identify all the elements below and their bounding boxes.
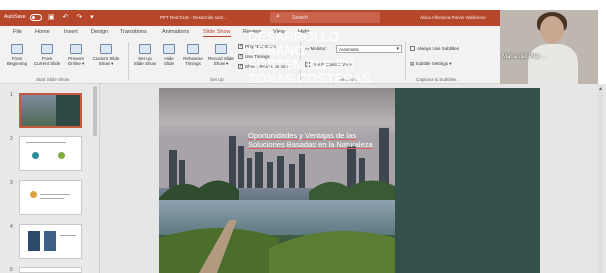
hide-line2: Slide bbox=[163, 61, 174, 66]
record-line2: Show ▾ bbox=[213, 61, 229, 66]
scroll-up-icon[interactable]: ▲ bbox=[598, 86, 603, 92]
slideshow-icon bbox=[11, 44, 23, 54]
from-beginning-button[interactable]: From Beginning bbox=[5, 44, 29, 66]
ribbon-divider bbox=[405, 42, 406, 80]
rehearse-line2: Timings bbox=[185, 61, 201, 66]
participant-face bbox=[540, 16, 564, 44]
slide-scrollbar[interactable]: ▲ bbox=[598, 86, 603, 273]
thumbnail-scrollbar[interactable] bbox=[93, 86, 97, 136]
subtitle-settings-label: Subtitle Settings ▾ bbox=[415, 61, 452, 66]
always-use-subtitles-checkbox[interactable]: Always Use Subtitles bbox=[410, 46, 459, 51]
present-online-icon bbox=[70, 44, 82, 54]
thumbnail-book-image bbox=[28, 231, 40, 251]
user-name[interactable]: Alicia Alfonsina Purvis Valdivieso bbox=[420, 15, 485, 20]
autosave-toggle[interactable] bbox=[30, 14, 42, 21]
present-online-button[interactable]: Present Online ▾ bbox=[65, 44, 87, 66]
slide-thumbnail-1[interactable] bbox=[19, 93, 82, 128]
tab-slide-show[interactable]: Slide Show bbox=[203, 29, 231, 37]
slide-thumbnail-2[interactable] bbox=[19, 136, 82, 171]
checkbox-icon bbox=[238, 53, 243, 59]
thumbnail-number: 4 bbox=[10, 224, 13, 230]
thumbnail-title-panel bbox=[56, 95, 80, 126]
custom-slide-show-button[interactable]: Custom Slide Show ▾ bbox=[90, 44, 122, 66]
participant-name: Maria del Pilar ... bbox=[502, 54, 548, 60]
group-label-start: Start Slide Show bbox=[36, 77, 70, 82]
slide-title[interactable]: DESARROLLO URBANO SOSTENIBLE EN ZONAS CO… bbox=[248, 30, 378, 86]
thumbnail-logo-icon bbox=[58, 152, 65, 159]
thumbnail-number: 5 bbox=[10, 267, 13, 273]
hide-slide-button[interactable]: Hide Slide bbox=[160, 44, 178, 66]
title-panel bbox=[395, 88, 540, 273]
search-placeholder: Search bbox=[292, 15, 308, 21]
checkbox-icon bbox=[238, 43, 243, 49]
thumbnail-photo bbox=[21, 95, 57, 126]
thumbnail-text-line bbox=[40, 198, 64, 199]
group-label-setup: Set Up bbox=[210, 77, 224, 82]
record-icon bbox=[215, 44, 227, 54]
thumbnail-book-image bbox=[44, 231, 56, 251]
group-label-captions: Captions & Subtitles bbox=[416, 77, 457, 82]
thumbnail-text-line bbox=[40, 194, 70, 195]
setup-icon bbox=[139, 44, 151, 54]
current-slide[interactable] bbox=[159, 88, 540, 273]
hide-slide-icon bbox=[163, 44, 175, 54]
title-bar: AutoSave ▣ ↶ ↷ ▾ PPT Red DUS - Desarroll… bbox=[0, 10, 500, 26]
from-beginning-line2: Beginning bbox=[6, 61, 28, 66]
from-current-line2: Current Slide bbox=[33, 61, 61, 66]
rehearse-icon bbox=[187, 44, 199, 54]
search-icon: ⌕ bbox=[276, 13, 280, 20]
ribbon-divider bbox=[128, 42, 129, 80]
set-up-slide-show-button[interactable]: Set Up Slide Show bbox=[132, 44, 158, 66]
record-slide-show-button[interactable]: Record Slide Show ▾ bbox=[206, 44, 236, 66]
slide-thumbnail-3[interactable] bbox=[19, 180, 82, 215]
thumbnail-logo-icon bbox=[32, 152, 39, 159]
checkbox-icon bbox=[410, 46, 415, 51]
tab-design[interactable]: Design bbox=[91, 29, 108, 35]
thumbnail-number: 1 bbox=[10, 92, 13, 98]
slide-subtitle[interactable]: Oportunidades y Ventajas de las Solucion… bbox=[248, 131, 376, 149]
slide-thumbnail-pane: 1 2 3 4 5 bbox=[0, 84, 100, 273]
city-park-photo bbox=[159, 88, 395, 273]
tab-animations[interactable]: Animations bbox=[162, 29, 189, 35]
document-title: PPT Red DUS - Desarrollo sost... bbox=[160, 15, 227, 20]
custom-show-line2: Show ▾ bbox=[98, 61, 114, 66]
rehearse-timings-button[interactable]: Rehearse Timings bbox=[181, 44, 205, 66]
thumbnail-text-line bbox=[26, 142, 66, 143]
custom-show-icon bbox=[100, 44, 112, 54]
thumbnail-number: 3 bbox=[10, 180, 13, 186]
thumbnail-text-line bbox=[60, 235, 76, 236]
slideshow-icon bbox=[41, 44, 53, 54]
checkbox-icon bbox=[238, 63, 243, 69]
present-online-line2: Online ▾ bbox=[67, 61, 85, 66]
slide-thumbnail-5[interactable] bbox=[19, 267, 82, 273]
thumbnail-logo-icon bbox=[30, 191, 37, 198]
tab-home[interactable]: Home bbox=[35, 29, 50, 35]
tab-file[interactable]: File bbox=[13, 29, 22, 35]
slide-thumbnail-4[interactable] bbox=[19, 224, 82, 259]
search-box[interactable]: ⌕ Search bbox=[270, 12, 380, 23]
tab-transitions[interactable]: Transitions bbox=[120, 29, 147, 35]
subtitle-settings-button[interactable]: ▤ Subtitle Settings ▾ bbox=[410, 61, 452, 67]
setup-line2: Slide Show bbox=[133, 61, 157, 66]
webcam-video: Maria del Pilar ... bbox=[500, 10, 598, 87]
subtitle-icon: ▤ bbox=[410, 61, 415, 66]
quick-access-toolbar[interactable]: ▣ ↶ ↷ ▾ bbox=[48, 13, 97, 21]
participant-body bbox=[528, 44, 578, 87]
autosave-label: AutoSave bbox=[4, 14, 26, 20]
tab-insert[interactable]: Insert bbox=[64, 29, 78, 35]
from-current-slide-button[interactable]: From Current Slide bbox=[32, 44, 62, 66]
always-subtitles-label: Always Use Subtitles bbox=[417, 46, 460, 51]
thumbnail-number: 2 bbox=[10, 136, 13, 142]
